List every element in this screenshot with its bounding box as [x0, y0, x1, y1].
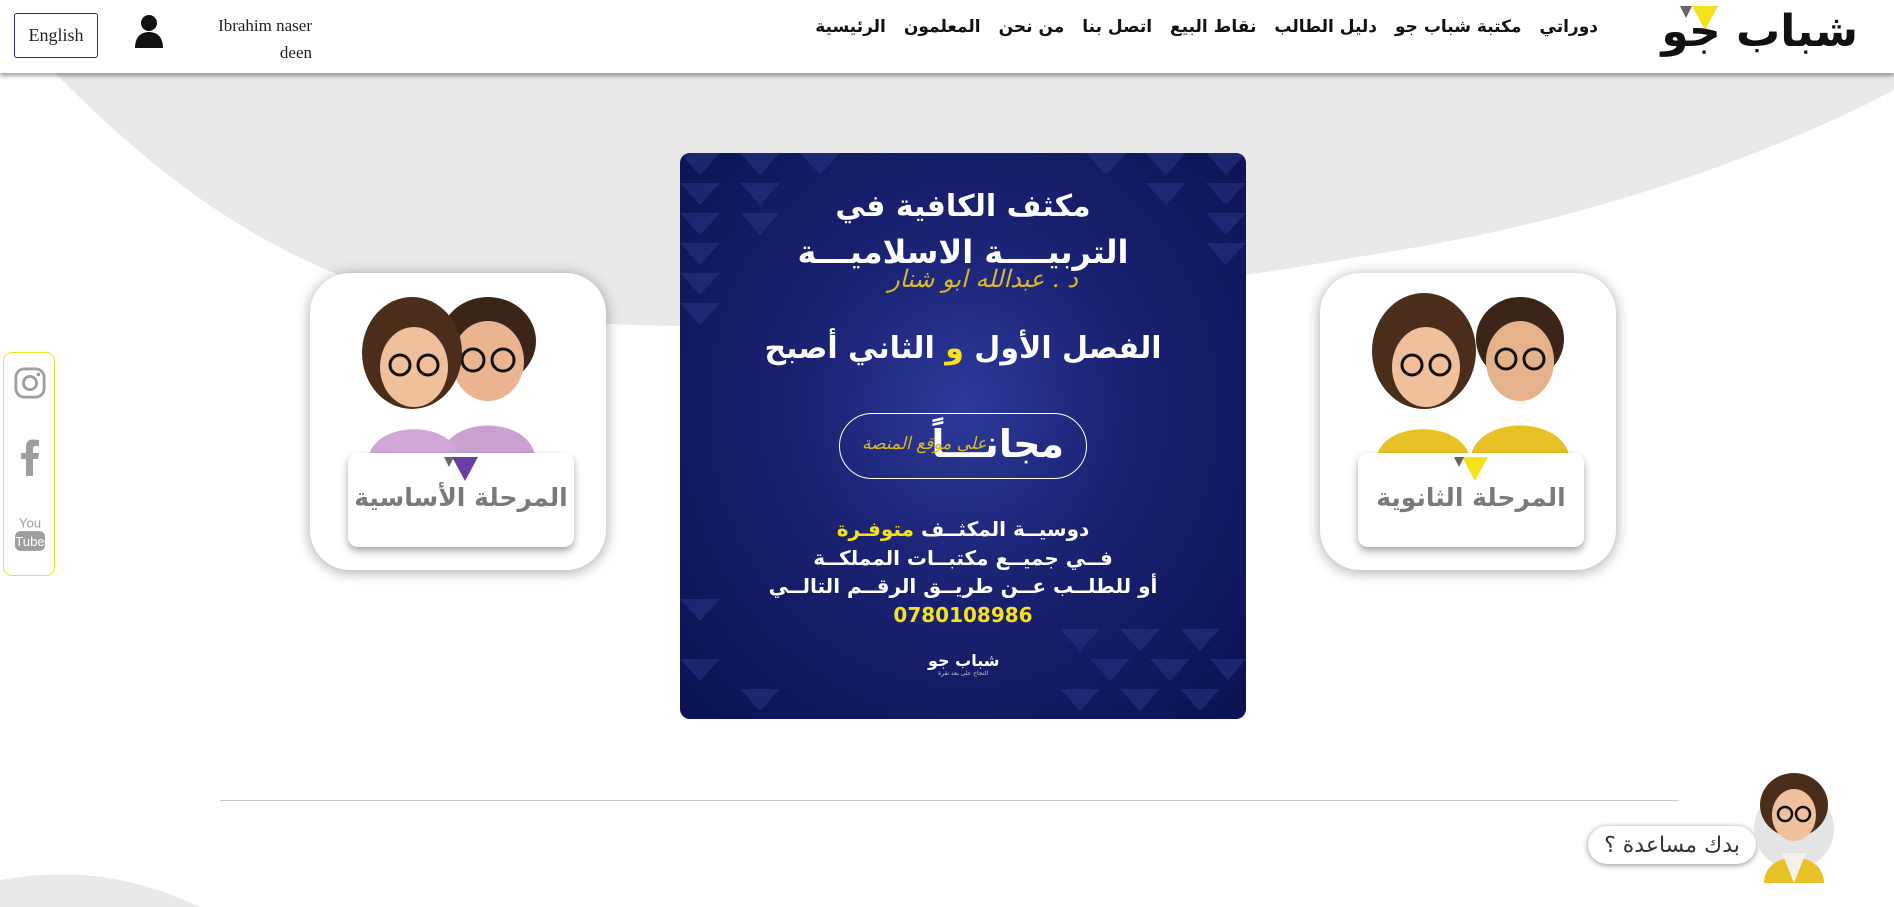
poster-line1: مكثف الكافية في [835, 189, 1091, 224]
poster-author: د . عبدالله ابو شنار [888, 265, 1078, 293]
poster-logo-name: شباب جو [928, 651, 1000, 670]
logo-text: شباب جو [1661, 6, 1859, 57]
nav-home[interactable]: الرئيسية [815, 14, 886, 40]
poster-stores: فــي جميــع مكتبــات المملكــة [813, 546, 1113, 570]
youtube-text-top: You [19, 515, 41, 530]
poster-phone: 0780108986 [893, 603, 1033, 627]
user-icon[interactable] [134, 14, 164, 48]
facebook-icon[interactable] [14, 437, 46, 477]
nav-my-courses[interactable]: دوراتي [1540, 14, 1599, 40]
poster-semester-second: الثاني أصبح [764, 331, 935, 366]
site-logo[interactable]: شباب جو [1661, 4, 1859, 60]
main-nav: الرئيسية المعلمون من نحن اتصل بنا نقاط ا… [815, 14, 1598, 40]
poster-order: أو للطلــب عــن طريــق الرقــم التالــي [768, 574, 1158, 598]
nav-library[interactable]: مكتبة شباب جو [1395, 14, 1521, 40]
poster-semesters: الفصل الأول و الثاني أصبح [680, 331, 1246, 366]
stage-label-secondary: المرحلة الثانوية [1358, 453, 1584, 547]
poster-dossier: دوسيــة المكثــف متوفـرة [680, 517, 1246, 541]
logo-triangle-icon [444, 457, 478, 481]
top-navbar: شباب جو الرئيسية المعلمون من نحن اتصل بن… [0, 0, 1894, 73]
nav-sales-points[interactable]: نقاط البيع [1170, 14, 1256, 40]
social-links: You Tube [3, 352, 55, 576]
language-toggle-button[interactable]: English [14, 13, 98, 58]
section-divider [220, 800, 1679, 801]
free-badge: مجانـــاً على موقع المنصة [839, 413, 1087, 479]
nav-about[interactable]: من نحن [999, 14, 1065, 40]
promo-poster[interactable]: مكثف الكافية في التربيــــة الاسلاميـــة… [680, 153, 1246, 719]
instagram-icon[interactable] [14, 363, 46, 403]
user-name-line1: Ibrahim naser [218, 16, 312, 35]
poster-dossier-text: دوسيــة المكثــف [920, 517, 1090, 541]
user-name-line2: deen [279, 43, 312, 62]
free-subtext: على موقع المنصة [862, 434, 987, 454]
poster-and: و [945, 331, 964, 366]
stage-title-secondary: المرحلة الثانوية [1376, 483, 1566, 512]
help-assistant-avatar[interactable] [1752, 769, 1836, 883]
stage-card-basic[interactable]: المرحلة الأساسية [310, 273, 606, 570]
poster-available: متوفـرة [836, 517, 914, 541]
nav-teachers[interactable]: المعلمون [904, 14, 981, 40]
poster-logo-sub: النجاح على بعد نقرة [937, 670, 989, 677]
help-chat-button[interactable]: بدك مساعدة ؟ [1588, 826, 1756, 864]
stage-title-basic: المرحلة الأساسية [354, 483, 568, 512]
poster-semester-first: الفصل الأول [974, 331, 1162, 366]
logo-triangle-icon [1454, 457, 1488, 481]
youtube-text-bottom: Tube [15, 534, 45, 549]
user-name[interactable]: Ibrahim naser deen [196, 12, 312, 66]
youtube-icon[interactable]: You Tube [14, 513, 46, 553]
nav-contact[interactable]: اتصل بنا [1082, 14, 1152, 40]
stage-label-basic: المرحلة الأساسية [348, 453, 574, 547]
poster-logo: شباب جو النجاح على بعد نقرة [928, 651, 1000, 677]
stage-card-secondary[interactable]: المرحلة الثانوية [1320, 273, 1616, 570]
nav-student-guide[interactable]: دليل الطالب [1274, 14, 1377, 40]
